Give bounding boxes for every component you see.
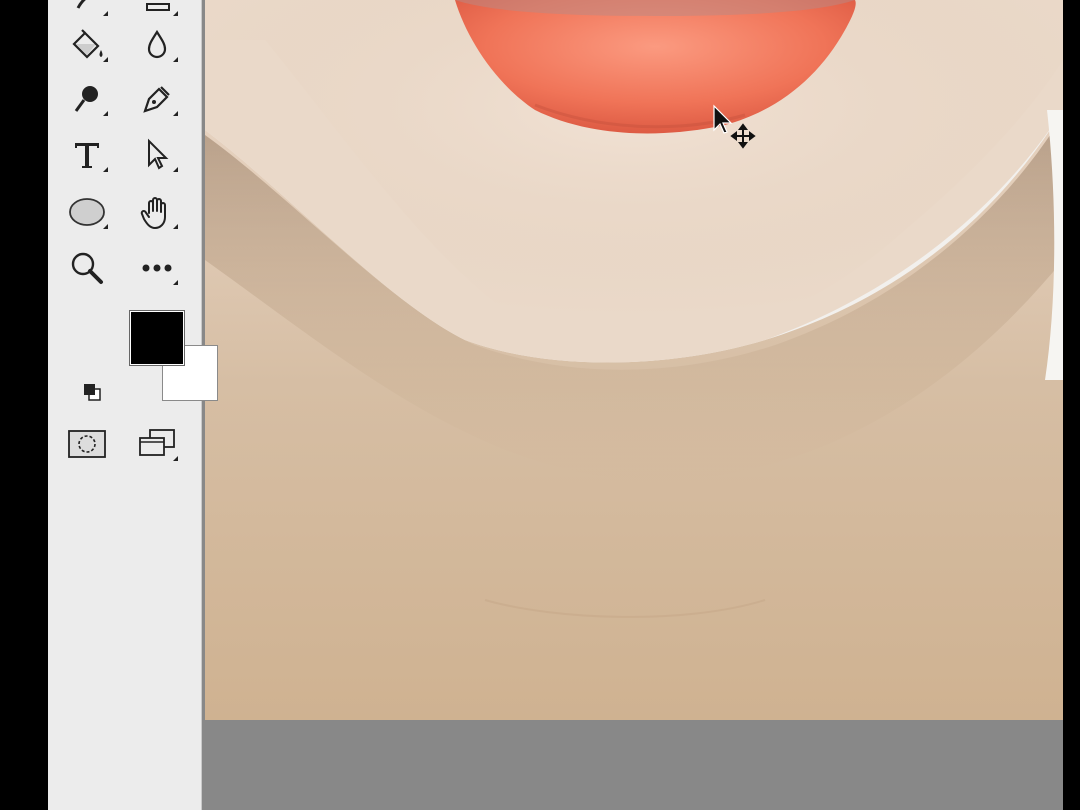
- flyout-indicator: [173, 167, 178, 172]
- flyout-indicator: [173, 11, 178, 16]
- default-colors-button[interactable]: [82, 382, 104, 404]
- arrow-select-icon: [148, 138, 169, 170]
- left-strip: [0, 0, 48, 810]
- document-canvas[interactable]: [202, 0, 1063, 810]
- portrait-photo: [205, 0, 1063, 720]
- path-selection-tool[interactable]: [132, 132, 182, 178]
- paint-bucket-icon: [72, 29, 103, 59]
- partial-tool-top-right[interactable]: [132, 0, 182, 22]
- pen-icon: [143, 86, 170, 113]
- hand-tool[interactable]: [132, 189, 182, 235]
- flyout-indicator: [173, 456, 178, 461]
- zoom-tool[interactable]: [62, 245, 112, 291]
- quick-mask-mode[interactable]: [62, 421, 112, 467]
- blur-tool[interactable]: [132, 22, 182, 68]
- canvas-photo: [205, 0, 1063, 720]
- flyout-indicator: [103, 224, 108, 229]
- partial-tool-top-left[interactable]: [62, 0, 112, 22]
- tools-panel: [48, 0, 218, 810]
- default-colors-icon: [84, 384, 101, 401]
- zoom-icon: [71, 252, 103, 284]
- dodge-icon: [74, 86, 98, 112]
- flyout-indicator: [103, 167, 108, 172]
- dodge-tool[interactable]: [62, 76, 112, 122]
- foreground-color-swatch[interactable]: [130, 311, 184, 365]
- brush-icon: [76, 0, 86, 9]
- pen-tool[interactable]: [132, 76, 182, 122]
- flyout-indicator: [103, 11, 108, 16]
- paint-bucket-tool[interactable]: [62, 22, 112, 68]
- ellipse-icon: [69, 198, 105, 226]
- flyout-indicator: [173, 57, 178, 62]
- ellipsis-icon: [142, 264, 172, 272]
- ellipse-tool[interactable]: [62, 189, 112, 235]
- flyout-indicator: [173, 224, 178, 229]
- screen-mode-icon: [139, 429, 175, 456]
- hand-icon: [140, 197, 166, 229]
- quick-mask-icon: [68, 430, 106, 458]
- flyout-indicator: [173, 111, 178, 116]
- flyout-indicator: [103, 57, 108, 62]
- more-tools[interactable]: [132, 245, 182, 291]
- screen-mode[interactable]: [132, 421, 182, 467]
- type-icon: [75, 143, 99, 168]
- flyout-indicator: [173, 280, 178, 285]
- flyout-indicator: [103, 111, 108, 116]
- type-tool[interactable]: [62, 132, 112, 178]
- drop-icon: [147, 29, 167, 59]
- eraser-icon: [146, 3, 170, 11]
- right-strip: [1063, 0, 1080, 810]
